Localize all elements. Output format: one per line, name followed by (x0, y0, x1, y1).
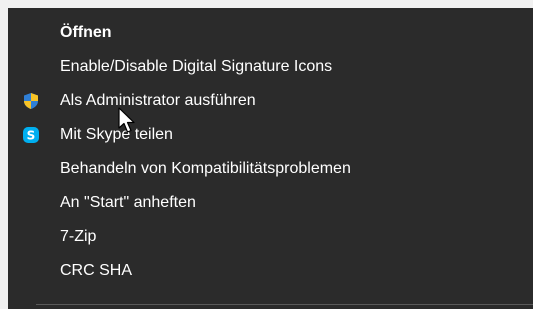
menu-item-label: CRC SHA (60, 262, 133, 279)
menu-item-label: 7-Zip (60, 228, 97, 245)
context-menu: Öffnen Enable/Disable Digital Signature … (8, 8, 533, 309)
menu-item-label: An "Start" anheften (60, 194, 196, 211)
mouse-pointer-icon (118, 107, 135, 133)
skype-icon: S (22, 126, 40, 144)
menu-item-label: Behandeln von Kompatibilitätsproblemen (60, 160, 351, 177)
menu-item-open[interactable]: Öffnen (8, 16, 533, 50)
menu-item-share-skype[interactable]: S Mit Skype teilen (8, 118, 533, 152)
menu-item-digital-signature-icons[interactable]: Enable/Disable Digital Signature Icons (8, 50, 533, 84)
menu-item-7zip[interactable]: 7-Zip (8, 220, 533, 254)
svg-text:S: S (27, 129, 36, 143)
menu-item-crc-sha[interactable]: CRC SHA (8, 254, 533, 288)
menu-item-label: Enable/Disable Digital Signature Icons (60, 58, 333, 75)
menu-item-run-as-admin[interactable]: Als Administrator ausführen (8, 84, 533, 118)
uac-shield-icon (22, 92, 40, 110)
menu-item-pin-to-start[interactable]: An "Start" anheften (8, 186, 533, 220)
menu-item-label: Öffnen (60, 24, 112, 41)
menu-item-troubleshoot-compatibility[interactable]: Behandeln von Kompatibilitätsproblemen (8, 152, 533, 186)
menu-item-label: Als Administrator ausführen (60, 92, 256, 109)
menu-separator (36, 304, 533, 305)
